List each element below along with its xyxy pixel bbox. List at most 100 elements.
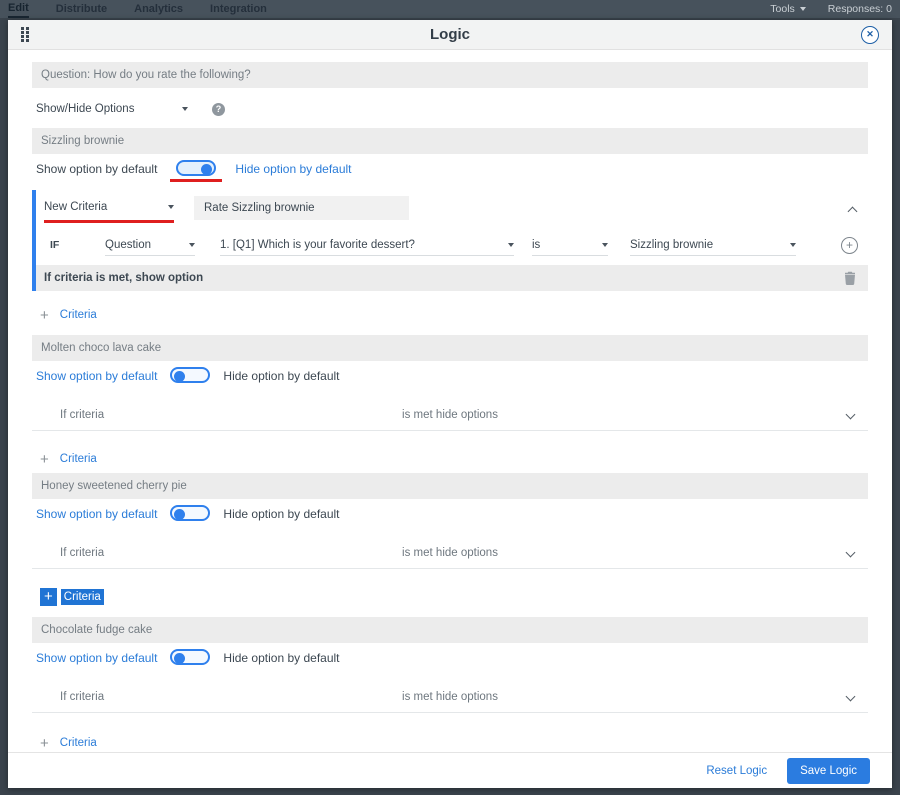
caret-down-icon (189, 242, 195, 247)
add-criteria-label: Criteria (59, 737, 97, 749)
if-criteria-label: If criteria (60, 690, 105, 703)
annotation-underline (44, 220, 174, 223)
met-hide-label: is met hide options (402, 408, 498, 421)
caret-down-icon (799, 7, 806, 11)
criteria-title-input[interactable]: Rate Sizzling brownie (194, 196, 409, 220)
modal-header: Logic ✕ (8, 20, 892, 50)
plus-icon: + (40, 588, 57, 606)
show-hide-toggle[interactable] (170, 505, 211, 521)
chevron-down-icon[interactable] (845, 691, 856, 702)
toggle-row-sizzling-brownie: Show option by default Hide option by de… (32, 160, 868, 186)
caret-down-icon (790, 242, 796, 247)
condition-operator-dropdown[interactable]: is (532, 234, 608, 256)
if-label: IF (50, 239, 60, 251)
section-bar-molten-choco: Molten choco lava cake (32, 335, 868, 361)
criteria-met-text: If criteria is met, show option (44, 272, 204, 284)
toggle-row-chocolate-fudge: Show option by default Hide option by de… (32, 649, 868, 675)
toggle-knob (174, 652, 186, 664)
toggle-knob (201, 163, 213, 175)
show-option-label[interactable]: Show option by default (36, 367, 157, 386)
toggle-knob (174, 508, 186, 520)
help-icon[interactable]: ? (212, 102, 225, 116)
add-criteria-button[interactable]: + Criteria (32, 449, 868, 469)
annotation-underline (170, 179, 223, 182)
responses-count[interactable]: Responses: 0 (828, 3, 892, 15)
show-hide-toggle[interactable] (170, 649, 211, 665)
modal-footer: Reset Logic Save Logic (8, 752, 892, 788)
toggle-row-honey-cherry-pie: Show option by default Hide option by de… (32, 505, 868, 531)
logic-modal: Logic ✕ Question: How do you rate the fo… (8, 20, 892, 788)
plus-icon: + (40, 306, 49, 324)
tools-menu[interactable]: Tools (770, 3, 806, 15)
tab-distribute[interactable]: Distribute (56, 1, 107, 17)
collapsed-criteria-row: If criteria is met hide options (32, 681, 868, 713)
criteria-panel-header: New Criteria Rate Sizzling brownie (36, 190, 868, 223)
criteria-met-bar: If criteria is met, show option (36, 265, 868, 291)
criteria-name-value: New Criteria (44, 201, 108, 213)
hide-option-label[interactable]: Hide option by default (235, 160, 351, 179)
add-criteria-button[interactable]: + Criteria (32, 733, 868, 752)
hide-option-label: Hide option by default (223, 651, 340, 665)
trash-icon (845, 271, 855, 285)
add-criteria-button[interactable]: + Criteria (32, 305, 868, 325)
criteria-name-dropdown[interactable]: New Criteria (44, 196, 174, 218)
top-navigation-bar: Edit Distribute Analytics Integration To… (0, 0, 900, 18)
logic-type-row: Show/Hide Options ? (32, 97, 868, 121)
hide-option-label: Hide option by default (223, 369, 340, 383)
save-logic-button[interactable]: Save Logic (787, 757, 870, 784)
if-criteria-label: If criteria (60, 408, 105, 421)
section-name: Honey sweetened cherry pie (41, 480, 187, 492)
question-header-bar: Question: How do you rate the following? (32, 62, 868, 88)
show-hide-toggle[interactable] (170, 367, 211, 383)
drag-handle-icon[interactable] (21, 27, 29, 42)
tab-integration[interactable]: Integration (210, 1, 267, 17)
plus-circle-icon: + (845, 237, 853, 252)
plus-icon: + (40, 734, 49, 752)
criteria-panel: New Criteria Rate Sizzling brownie IF Qu… (32, 190, 868, 291)
show-hide-toggle[interactable] (176, 160, 217, 176)
tab-analytics[interactable]: Analytics (134, 1, 183, 17)
toggle-knob (174, 370, 186, 382)
caret-down-icon (602, 242, 608, 247)
question-header-text: Question: How do you rate the following? (41, 69, 251, 81)
condition-operator-value: is (532, 238, 541, 251)
condition-subject-value: Question (105, 238, 152, 251)
condition-subject-dropdown[interactable]: Question (105, 234, 195, 256)
add-condition-button[interactable]: + (841, 236, 858, 254)
plus-icon: + (40, 450, 49, 468)
section-name: Sizzling brownie (41, 135, 125, 147)
condition-question-value: 1. [Q1] Which is your favorite dessert? (220, 238, 415, 251)
met-hide-label: is met hide options (402, 690, 498, 703)
condition-value-dropdown[interactable]: Sizzling brownie (630, 234, 796, 256)
section-name: Molten choco lava cake (41, 342, 162, 354)
collapsed-criteria-row: If criteria is met hide options (32, 537, 868, 569)
add-criteria-button-selected[interactable]: + Criteria (32, 587, 868, 607)
met-hide-label: is met hide options (402, 546, 498, 559)
add-criteria-label: Criteria (60, 589, 104, 605)
caret-down-icon (168, 205, 174, 209)
add-criteria-label: Criteria (59, 453, 97, 465)
show-option-label: Show option by default (36, 162, 158, 176)
show-option-label[interactable]: Show option by default (36, 649, 157, 668)
criteria-condition-row: IF Question 1. [Q1] Which is your favori… (36, 231, 868, 259)
delete-criteria-button[interactable] (844, 271, 856, 285)
section-bar-chocolate-fudge: Chocolate fudge cake (32, 617, 868, 643)
close-icon: ✕ (866, 29, 874, 39)
condition-value-text: Sizzling brownie (630, 238, 714, 251)
collapse-panel-button[interactable] (847, 202, 858, 220)
logic-type-dropdown[interactable]: Show/Hide Options (36, 98, 188, 120)
reset-logic-link[interactable]: Reset Logic (706, 765, 767, 777)
show-option-label[interactable]: Show option by default (36, 505, 157, 524)
collapsed-criteria-row: If criteria is met hide options (32, 399, 868, 431)
section-bar-sizzling-brownie: Sizzling brownie (32, 128, 868, 154)
tab-edit[interactable]: Edit (8, 0, 29, 18)
hide-option-label: Hide option by default (223, 507, 340, 521)
close-button[interactable]: ✕ (861, 25, 879, 44)
condition-question-dropdown[interactable]: 1. [Q1] Which is your favorite dessert? (220, 234, 514, 256)
section-bar-honey-cherry-pie: Honey sweetened cherry pie (32, 473, 868, 499)
add-criteria-label: Criteria (59, 309, 97, 321)
logic-type-value: Show/Hide Options (36, 103, 135, 115)
tools-label: Tools (770, 3, 795, 15)
chevron-down-icon[interactable] (845, 409, 856, 420)
chevron-down-icon[interactable] (845, 547, 856, 558)
